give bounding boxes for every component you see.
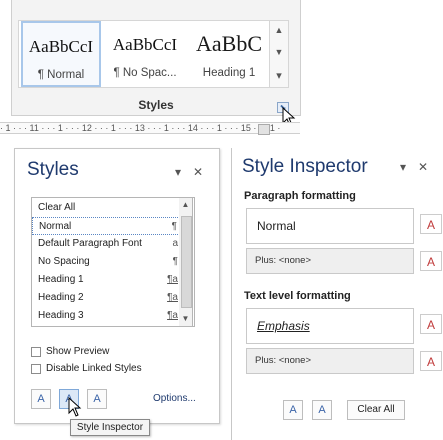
paragraph-plus-box: Plus: <none> xyxy=(246,248,414,274)
new-style-icon[interactable]: A xyxy=(312,400,332,420)
list-item-label: No Spacing xyxy=(38,256,90,267)
list-item-label: Heading 3 xyxy=(38,310,84,321)
scroll-up-icon[interactable]: ▲ xyxy=(179,200,192,209)
clear-paragraph-formatting-icon[interactable]: A xyxy=(420,251,442,271)
mouse-pointer-icon xyxy=(68,397,82,417)
paragraph-mark-icon: ¶ xyxy=(171,221,177,232)
list-item-label: Heading 1 xyxy=(38,274,84,285)
paragraph-formatting-heading: Paragraph formatting xyxy=(244,190,356,202)
scroll-down-icon[interactable]: ▼ xyxy=(179,314,192,323)
clear-all-button[interactable]: Clear All xyxy=(347,400,405,420)
styles-list-scrollbar[interactable]: ▲ ▼ xyxy=(179,197,193,327)
list-item-selected[interactable]: Normal ¶ xyxy=(32,217,182,235)
list-item-label: Default Paragraph Font xyxy=(38,238,142,249)
style-tile-name: ¶ No Spac... xyxy=(113,67,177,79)
disable-linked-styles-label: Disable Linked Styles xyxy=(46,363,142,374)
indent-marker[interactable] xyxy=(258,124,270,135)
style-inspector-title: Style Inspector xyxy=(242,156,368,177)
text-style-box[interactable]: Emphasis xyxy=(246,308,414,344)
options-link[interactable]: Options... xyxy=(153,393,196,404)
list-item[interactable]: Heading 1 ¶a xyxy=(32,271,182,289)
gallery-scroll: ▲ ▼ ▾ xyxy=(269,20,289,88)
new-style-icon[interactable]: A xyxy=(31,389,51,409)
chevron-down-icon[interactable]: ▾ xyxy=(175,165,181,179)
list-item[interactable]: Heading 2 ¶a xyxy=(32,289,182,307)
style-tile-sample: AaBbCcI xyxy=(28,37,94,56)
clear-character-formatting-icon[interactable]: A xyxy=(420,351,442,371)
styles-pane: Styles ▾ ✕ Clear All Normal ¶ Default Par… xyxy=(14,148,220,424)
paragraph-mark-icon: ¶ xyxy=(172,256,178,267)
close-icon[interactable]: ✕ xyxy=(193,165,203,179)
styles-pane-title: Styles xyxy=(27,159,79,180)
linked-style-icon: ¶a xyxy=(167,274,178,285)
text-level-formatting-heading: Text level formatting xyxy=(244,290,351,302)
linked-style-icon: ¶a xyxy=(167,310,178,321)
close-icon[interactable]: ✕ xyxy=(418,160,428,174)
style-tile-normal[interactable]: AaBbCcI ¶ Normal xyxy=(21,21,101,87)
show-preview-label: Show Preview xyxy=(46,346,110,357)
reveal-formatting-icon[interactable]: A xyxy=(283,400,303,420)
style-tile-sample: AaBbC xyxy=(196,31,262,56)
styles-list: Clear All Normal ¶ Default Paragraph Font… xyxy=(31,197,195,327)
text-plus-box: Plus: <none> xyxy=(246,348,414,374)
list-item[interactable]: Clear All xyxy=(32,199,182,217)
character-style-icon: a xyxy=(172,238,178,249)
style-inspector-pane: Style Inspector ▾ ✕ Paragraph formatting… xyxy=(231,148,443,440)
style-tile-name: ¶ Normal xyxy=(37,69,85,81)
chevron-down-icon[interactable]: ▾ xyxy=(400,160,406,174)
list-item[interactable]: Heading 3 ¶a xyxy=(32,307,182,325)
style-tile-sample: AaBbCcI xyxy=(112,35,178,54)
clear-character-style-icon[interactable]: A xyxy=(420,314,442,334)
clear-paragraph-style-icon[interactable]: A xyxy=(420,214,442,234)
scroll-thumb[interactable] xyxy=(181,216,192,308)
styles-group-label: Styles xyxy=(138,98,174,112)
ruler: · 1 · · · 11 · · · 1 · · · 12 · · · 1 · … xyxy=(0,122,300,135)
manage-styles-icon[interactable]: A xyxy=(87,389,107,409)
show-preview-checkbox[interactable] xyxy=(31,347,41,357)
style-tile-no-spacing[interactable]: AaBbCcI ¶ No Spac... xyxy=(103,21,187,87)
gallery-scroll-down-icon[interactable]: ▼ xyxy=(270,47,288,57)
paragraph-style-box[interactable]: Normal xyxy=(246,208,414,244)
list-item[interactable]: Default Paragraph Font a xyxy=(32,235,182,253)
list-item-label: Clear All xyxy=(38,202,76,213)
list-item-label: Normal xyxy=(39,221,72,232)
disable-linked-styles-checkbox[interactable] xyxy=(31,364,41,374)
style-tile-heading-1[interactable]: AaBbC Heading 1 xyxy=(189,21,269,87)
list-item-label: Heading 2 xyxy=(38,292,84,303)
style-tile-name: Heading 1 xyxy=(202,67,256,79)
style-inspector-tooltip: Style Inspector xyxy=(70,419,150,436)
linked-style-icon: ¶a xyxy=(167,292,178,303)
gallery-more-icon[interactable]: ▾ xyxy=(270,69,288,82)
styles-gallery: AaBbCcI ¶ Normal AaBbCcI ¶ No Spac... Aa… xyxy=(18,20,270,88)
ruler-scale: · 1 · · · 11 · · · 1 · · · 12 · · · 1 · … xyxy=(0,123,281,133)
list-item[interactable]: No Spacing ¶ xyxy=(32,253,182,271)
gallery-scroll-up-icon[interactable]: ▲ xyxy=(270,25,288,35)
